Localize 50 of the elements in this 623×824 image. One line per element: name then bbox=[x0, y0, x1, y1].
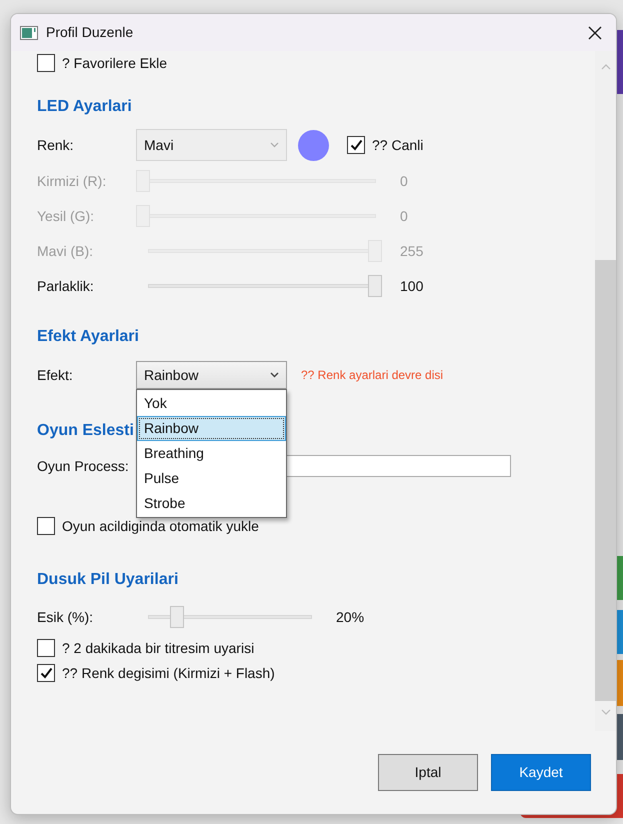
effect-dropdown[interactable]: Rainbow bbox=[136, 361, 287, 389]
window-title: Profil Duzenle bbox=[46, 23, 134, 42]
checkbox-label: ?? Canli bbox=[372, 136, 424, 154]
chevron-down-icon bbox=[270, 142, 279, 148]
warning-text: ?? Renk ayarlari devre disi bbox=[301, 367, 444, 384]
dropdown-option[interactable]: Rainbow bbox=[137, 416, 286, 441]
slider-thumb[interactable] bbox=[368, 275, 382, 297]
checkbox[interactable] bbox=[347, 136, 365, 154]
slider-label: Kirmizi (R): bbox=[37, 172, 108, 191]
save-button[interactable]: Kaydet bbox=[491, 754, 591, 791]
color-dropdown[interactable]: Mavi bbox=[136, 129, 287, 161]
checkbox-label: ? Favorilere Ekle bbox=[62, 54, 168, 72]
slider-value: 0 bbox=[400, 172, 408, 190]
checkbox[interactable] bbox=[37, 517, 55, 535]
field-label: Renk: bbox=[37, 136, 75, 154]
checkbox-label: ?? Renk degisimi (Kirmizi + Flash) bbox=[62, 664, 275, 683]
scrollbar[interactable] bbox=[595, 51, 616, 731]
checkmark-icon bbox=[40, 667, 52, 679]
chevron-down-icon bbox=[270, 372, 279, 378]
slider-label: Esik (%): bbox=[37, 608, 94, 627]
chevron-down-icon bbox=[600, 709, 610, 715]
field-label: Efekt: bbox=[37, 366, 74, 384]
dropdown-option[interactable]: Pulse bbox=[137, 466, 286, 491]
field-label: Oyun Process: bbox=[37, 456, 130, 476]
section-heading: Oyun Eslesti bbox=[37, 421, 134, 441]
slider-value: 0 bbox=[400, 206, 408, 226]
window-icon bbox=[20, 26, 38, 40]
checkbox[interactable] bbox=[37, 664, 55, 682]
checkbox-label: ? 2 dakikada bir titresim uyarisi bbox=[62, 638, 254, 658]
slider-value: 255 bbox=[400, 242, 424, 260]
dropdown-option[interactable]: Breathing bbox=[137, 441, 286, 466]
scrollbar-thumb[interactable] bbox=[595, 260, 616, 701]
cancel-button[interactable]: Iptal bbox=[378, 754, 478, 791]
checkbox[interactable] bbox=[37, 639, 55, 657]
slider-thumb[interactable] bbox=[170, 606, 184, 628]
dropdown-option[interactable]: Yok bbox=[137, 391, 286, 416]
checkbox-label: Oyun acildiginda otomatik yukle bbox=[62, 516, 259, 536]
close-icon bbox=[588, 26, 602, 40]
checkmark-icon bbox=[350, 139, 362, 151]
chevron-up-icon bbox=[600, 64, 610, 70]
dropdown-option[interactable]: Strobe bbox=[137, 491, 286, 516]
slider-label: Yesil (G): bbox=[37, 206, 96, 226]
section-heading: LED Ayarlari bbox=[37, 97, 132, 117]
slider-value: 100 bbox=[400, 276, 424, 296]
slider-label: Parlaklik: bbox=[37, 276, 95, 296]
slider-label: Mavi (B): bbox=[37, 242, 94, 261]
section-heading: Efekt Ayarlari bbox=[37, 327, 139, 347]
checkbox[interactable] bbox=[37, 54, 55, 72]
section-heading: Dusuk Pil Uyarilari bbox=[37, 570, 178, 590]
slider-value: 20% bbox=[336, 608, 364, 626]
